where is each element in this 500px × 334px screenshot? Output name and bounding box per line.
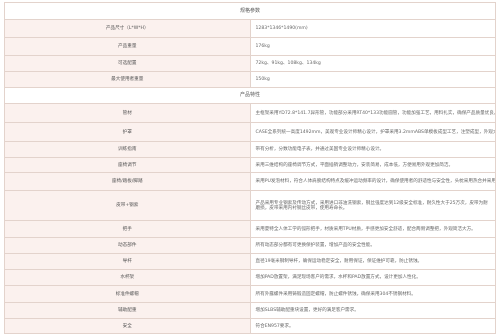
feature-label: 导杆 (4, 253, 251, 270)
feature-value: 增加SLBS辅助配重块设置，更好的满足客户需求。 (249, 302, 496, 319)
feature-label: 动态部件 (4, 237, 251, 254)
feature-row: 导杆 直径19毫米钢制导杆，确保运动稳定安全，耐用保证，保证维护可靠，防止锈蚀。 (4, 253, 496, 270)
feature-row: 座椅/踏板/脚踏 采用PU发泡材料，符合人体肩膀结构特点及缓冲运动频率的设计，确… (4, 172, 496, 191)
feature-label: 皮带+钢索 (4, 190, 251, 221)
feature-value: 符合EN957要求。 (249, 318, 496, 334)
feature-label: 管材 (4, 103, 251, 123)
feature-label: 水杯架 (4, 269, 251, 286)
spec-table: 规格参数 产品尺寸（L*W*H） 1283*1346*1490(mm) 产品重量… (4, 2, 496, 334)
spec-value: 1283*1346*1490(mm) (249, 19, 496, 38)
feature-row: 训练指南 带有分析，分数功能电子表，并通过美国专业设计师精心设计。 (4, 141, 496, 158)
feature-row: 座椅调节 采用三维结构的座椅调节方式，平面插销调整动力，安装简易，成本低，方便易… (4, 157, 496, 173)
spec-label: 产品尺寸（L*W*H） (4, 19, 251, 38)
feature-value: 增加PAD放置架，满足现场客户的需求，水杯和PAD放置方式，设计更加人性化。 (249, 269, 496, 286)
feature-label: 标准件螺帽 (4, 285, 251, 303)
feature-row: 把手 采用夏特全人体工学的弧形把手，材质采用TPU材质，手感更加安全舒适，配合两… (4, 220, 496, 238)
feature-row: 标准件螺帽 所有外露螺件采用铸锻造固定螺帽，防止螺件锈蚀，确保采用304不锈钢材… (4, 285, 496, 303)
feature-row: 护罩 CASE全系列统一高度1492mm，美观专业设计师精心设计，护罩采用3.2… (4, 122, 496, 142)
spec-label: 最大使用者重量 (4, 71, 251, 88)
feature-value: CASE全系列统一高度1492mm，美观专业设计师精心设计，护罩采用3.2mmA… (249, 122, 496, 142)
feature-value: 产品采用专业钢索及传动方式，采用进口非油洗钢索，钢丝强度达到12级安全标准，耐久… (249, 190, 496, 221)
spec-label: 可选配置 (4, 55, 251, 72)
spec-row: 最大使用者重量 150kg (4, 71, 496, 88)
feature-label: 护罩 (4, 122, 251, 142)
spec-value: 176kg (249, 37, 496, 56)
spec-label: 产品重量 (4, 37, 251, 56)
feature-label: 辅助配重 (4, 302, 251, 319)
section-header-specs: 规格参数 (4, 2, 496, 20)
spec-row: 产品尺寸（L*W*H） 1283*1346*1490(mm) (4, 19, 496, 38)
feature-label: 座椅/踏板/脚踏 (4, 172, 251, 191)
feature-row: 皮带+钢索 产品采用专业钢索及传动方式，采用进口非油洗钢索，钢丝强度达到12级安… (4, 190, 496, 221)
feature-value: 主框架采用YD72.8*141.7异形管，功能部分采用RT40*133功能圆管，… (249, 103, 496, 123)
feature-value: 所有外露螺件采用铸锻造固定螺帽，防止螺件锈蚀，确保采用304不锈钢材料。 (249, 285, 496, 303)
spec-row: 可选配置 72kg、91kg、108kg、134kg (4, 55, 496, 72)
section-header-features: 产品特性 (4, 87, 496, 104)
spec-value: 150kg (249, 71, 496, 88)
feature-value: 带有分析，分数功能电子表，并通过美国专业设计师精心设计。 (249, 141, 496, 158)
feature-value: 直径19毫米钢制导杆，确保运动稳定安全，耐用保证，保证维护可靠，防止锈蚀。 (249, 253, 496, 270)
section-title: 产品特性 (4, 87, 496, 104)
feature-row: 辅助配重 增加SLBS辅助配重块设置，更好的满足客户需求。 (4, 302, 496, 319)
feature-row: 安全 符合EN957要求。 (4, 318, 496, 334)
feature-row: 管材 主框架采用YD72.8*141.7异形管，功能部分采用RT40*133功能… (4, 103, 496, 123)
spec-row: 产品重量 176kg (4, 37, 496, 56)
feature-value: 采用PU发泡材料，符合人体肩膀结构特点及缓冲运动频率的设计，确保使用者的舒适性与… (249, 172, 496, 191)
feature-value: 所有动态部分都有可更换保护装置，增加产品的安全性能。 (249, 237, 496, 254)
section-title: 规格参数 (4, 2, 496, 20)
feature-row: 水杯架 增加PAD放置架，满足现场客户的需求，水杯和PAD放置方式，设计更加人性… (4, 269, 496, 286)
feature-value: 采用夏特全人体工学的弧形把手，材质采用TPU材质，手感更加安全舒适，配合两侧调整… (249, 220, 496, 238)
feature-label: 训练指南 (4, 141, 251, 158)
feature-label: 安全 (4, 318, 251, 334)
feature-value: 采用三维结构的座椅调节方式，平面插销调整动力，安装简易，成本低，方便易用外观更加… (249, 157, 496, 173)
product-spec-sheet: 规格参数 产品尺寸（L*W*H） 1283*1346*1490(mm) 产品重量… (4, 2, 496, 334)
spec-value: 72kg、91kg、108kg、134kg (249, 55, 496, 72)
feature-label: 座椅调节 (4, 157, 251, 173)
feature-label: 把手 (4, 220, 251, 238)
feature-row: 动态部件 所有动态部分都有可更换保护装置，增加产品的安全性能。 (4, 237, 496, 254)
